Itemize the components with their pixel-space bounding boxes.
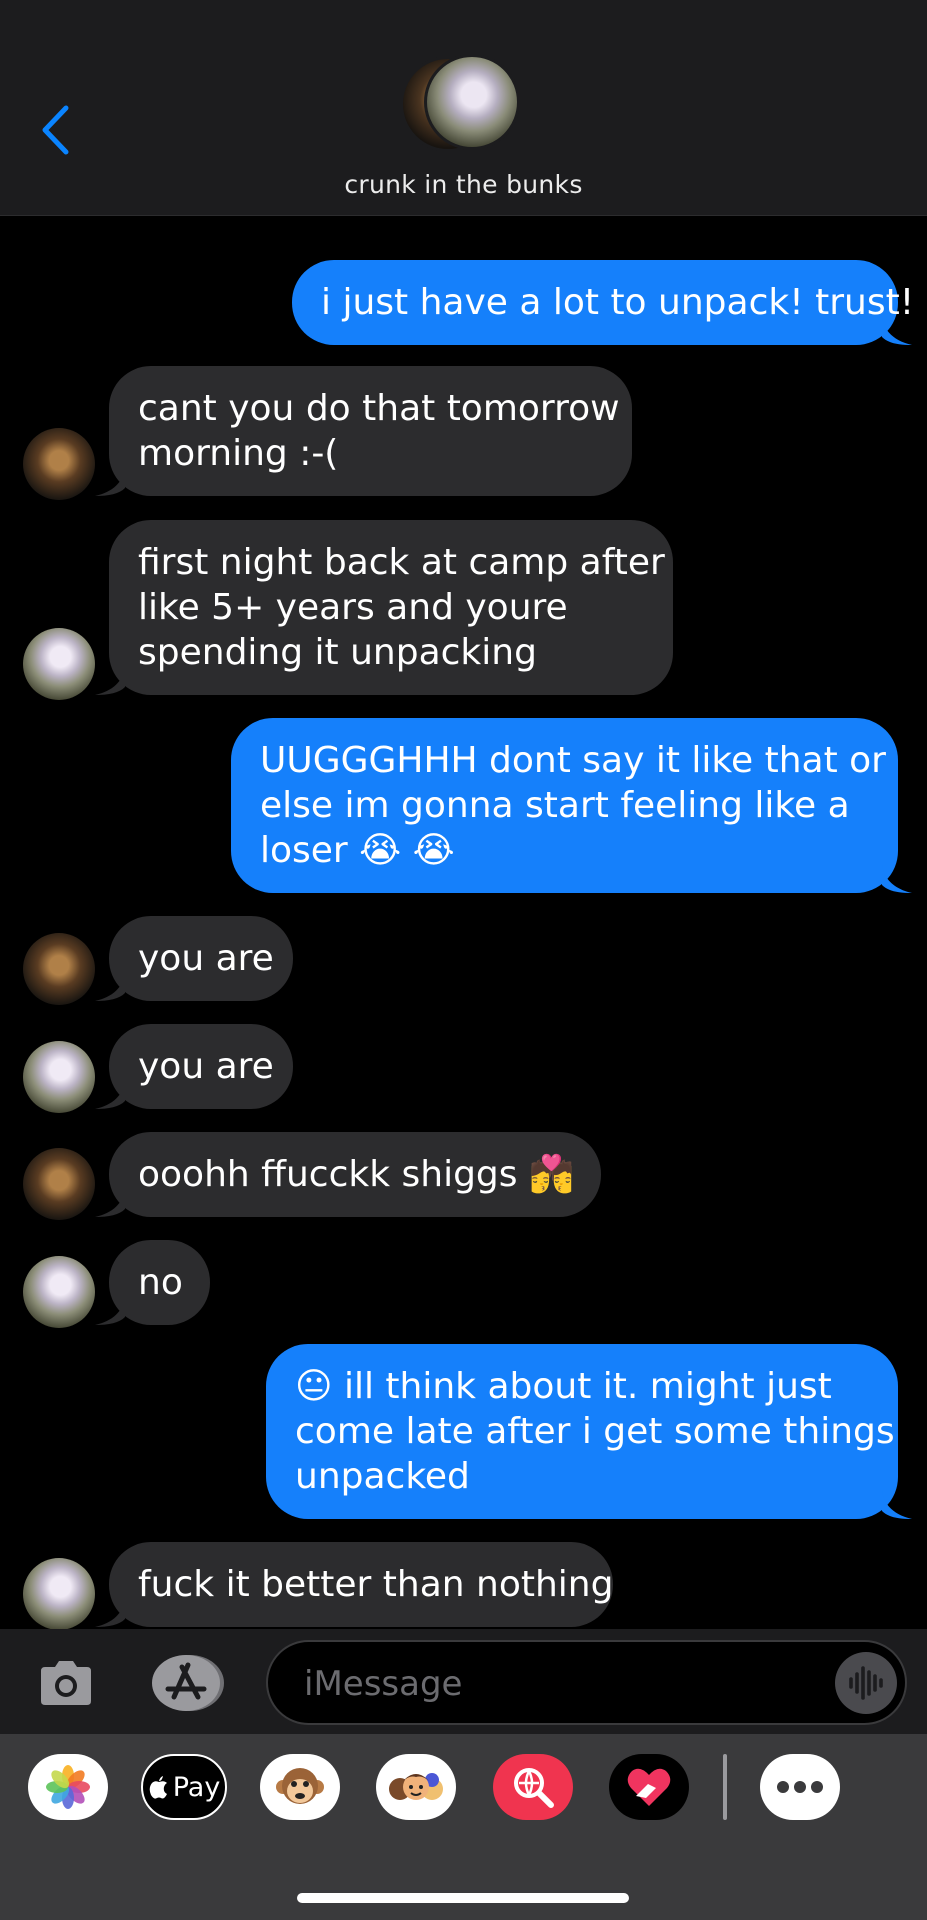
- incoming-message[interactable]: first night back at camp after like 5+ y…: [95, 520, 673, 695]
- message-line: 😐 ill think about it. might just: [295, 1366, 832, 1407]
- message-line: cant you do that tomorrow: [138, 388, 620, 429]
- more-dots-icon: [777, 1781, 823, 1793]
- message-line: morning :-(: [138, 433, 339, 474]
- message-line: come late after i get some things: [295, 1411, 895, 1452]
- message-line: spending it unpacking: [138, 632, 537, 673]
- chevron-left-icon: [42, 105, 69, 155]
- group-name[interactable]: crunk in the bunks: [0, 170, 927, 199]
- message-line: ooohh ffucckk shiggs 💏: [138, 1154, 574, 1195]
- home-indicator[interactable]: [297, 1893, 629, 1903]
- camera-icon: [41, 1661, 91, 1705]
- image-search-button[interactable]: [493, 1754, 573, 1820]
- message-line: UUGGGHHH dont say it like that or: [260, 740, 886, 781]
- message-line: no: [138, 1262, 183, 1303]
- incoming-message[interactable]: you are: [95, 916, 293, 1001]
- apple-pay-label: Pay: [172, 1771, 221, 1803]
- more-apps-button[interactable]: [760, 1754, 840, 1820]
- outgoing-message[interactable]: UUGGGHHH dont say it like that or else i…: [231, 718, 912, 893]
- message-line: you are: [138, 938, 274, 979]
- audio-message-button[interactable]: [835, 1652, 897, 1714]
- outgoing-message[interactable]: 😐 ill think about it. might just come la…: [266, 1344, 912, 1519]
- sender-avatar[interactable]: [23, 1558, 95, 1629]
- message-input-bar: [0, 1629, 927, 1734]
- imessage-field[interactable]: [266, 1640, 907, 1725]
- digital-touch-button[interactable]: [609, 1754, 689, 1820]
- imessage-app-drawer: Pay: [0, 1734, 927, 1920]
- memoji-stickers-icon: [389, 1773, 443, 1800]
- message-line: else im gonna start feeling like a: [260, 785, 850, 826]
- waveform-icon: [849, 1666, 883, 1700]
- drawer-divider: [723, 1754, 727, 1820]
- memoji-button[interactable]: [376, 1754, 456, 1820]
- incoming-message[interactable]: no: [95, 1240, 210, 1325]
- group-member-avatar: [424, 54, 520, 150]
- message-line: first night back at camp after: [138, 542, 665, 583]
- message-input[interactable]: [304, 1660, 824, 1708]
- message-line: unpacked: [295, 1456, 470, 1497]
- app-store-icon: [152, 1655, 224, 1711]
- sender-avatar[interactable]: [23, 933, 95, 1005]
- photos-app-button[interactable]: [28, 1754, 108, 1820]
- digital-touch-heart-icon: [627, 1768, 671, 1806]
- apple-pay-button[interactable]: Pay: [141, 1754, 227, 1820]
- message-line: you are: [138, 1046, 274, 1087]
- sender-avatar[interactable]: [23, 628, 95, 700]
- outgoing-message[interactable]: i just have a lot to unpack! trust!: [292, 260, 915, 345]
- message-line: fuck it better than nothing: [138, 1564, 614, 1605]
- sender-avatar[interactable]: [23, 1041, 95, 1113]
- message-thread[interactable]: i just have a lot to unpack! trust! cant…: [0, 216, 927, 1629]
- conversation-header: crunk in the bunks: [0, 0, 927, 216]
- incoming-message[interactable]: cant you do that tomorrow morning :-(: [95, 366, 632, 496]
- monkey-animoji-icon: [276, 1768, 324, 1804]
- camera-button[interactable]: [34, 1651, 98, 1715]
- sender-avatar[interactable]: [23, 428, 95, 500]
- image-search-icon: [514, 1768, 554, 1808]
- imessage-conversation: crunk in the bunks i just have a lot to …: [0, 0, 927, 1920]
- message-line: loser 😭 😭: [260, 830, 455, 871]
- back-button[interactable]: [30, 100, 80, 160]
- apple-pay-icon: [149, 1776, 167, 1799]
- sender-avatar[interactable]: [23, 1148, 95, 1220]
- message-line: i just have a lot to unpack! trust!: [321, 282, 915, 323]
- sender-avatar[interactable]: [23, 1256, 95, 1328]
- app-store-button[interactable]: [150, 1651, 226, 1715]
- incoming-message[interactable]: you are: [95, 1024, 293, 1109]
- photos-icon: [46, 1765, 90, 1809]
- message-line: like 5+ years and youre: [138, 587, 568, 628]
- incoming-message[interactable]: ooohh ffucckk shiggs 💏: [95, 1132, 601, 1217]
- animoji-button[interactable]: [260, 1754, 340, 1820]
- incoming-message[interactable]: fuck it better than nothing: [95, 1542, 614, 1627]
- group-avatar-stack[interactable]: [400, 54, 526, 154]
